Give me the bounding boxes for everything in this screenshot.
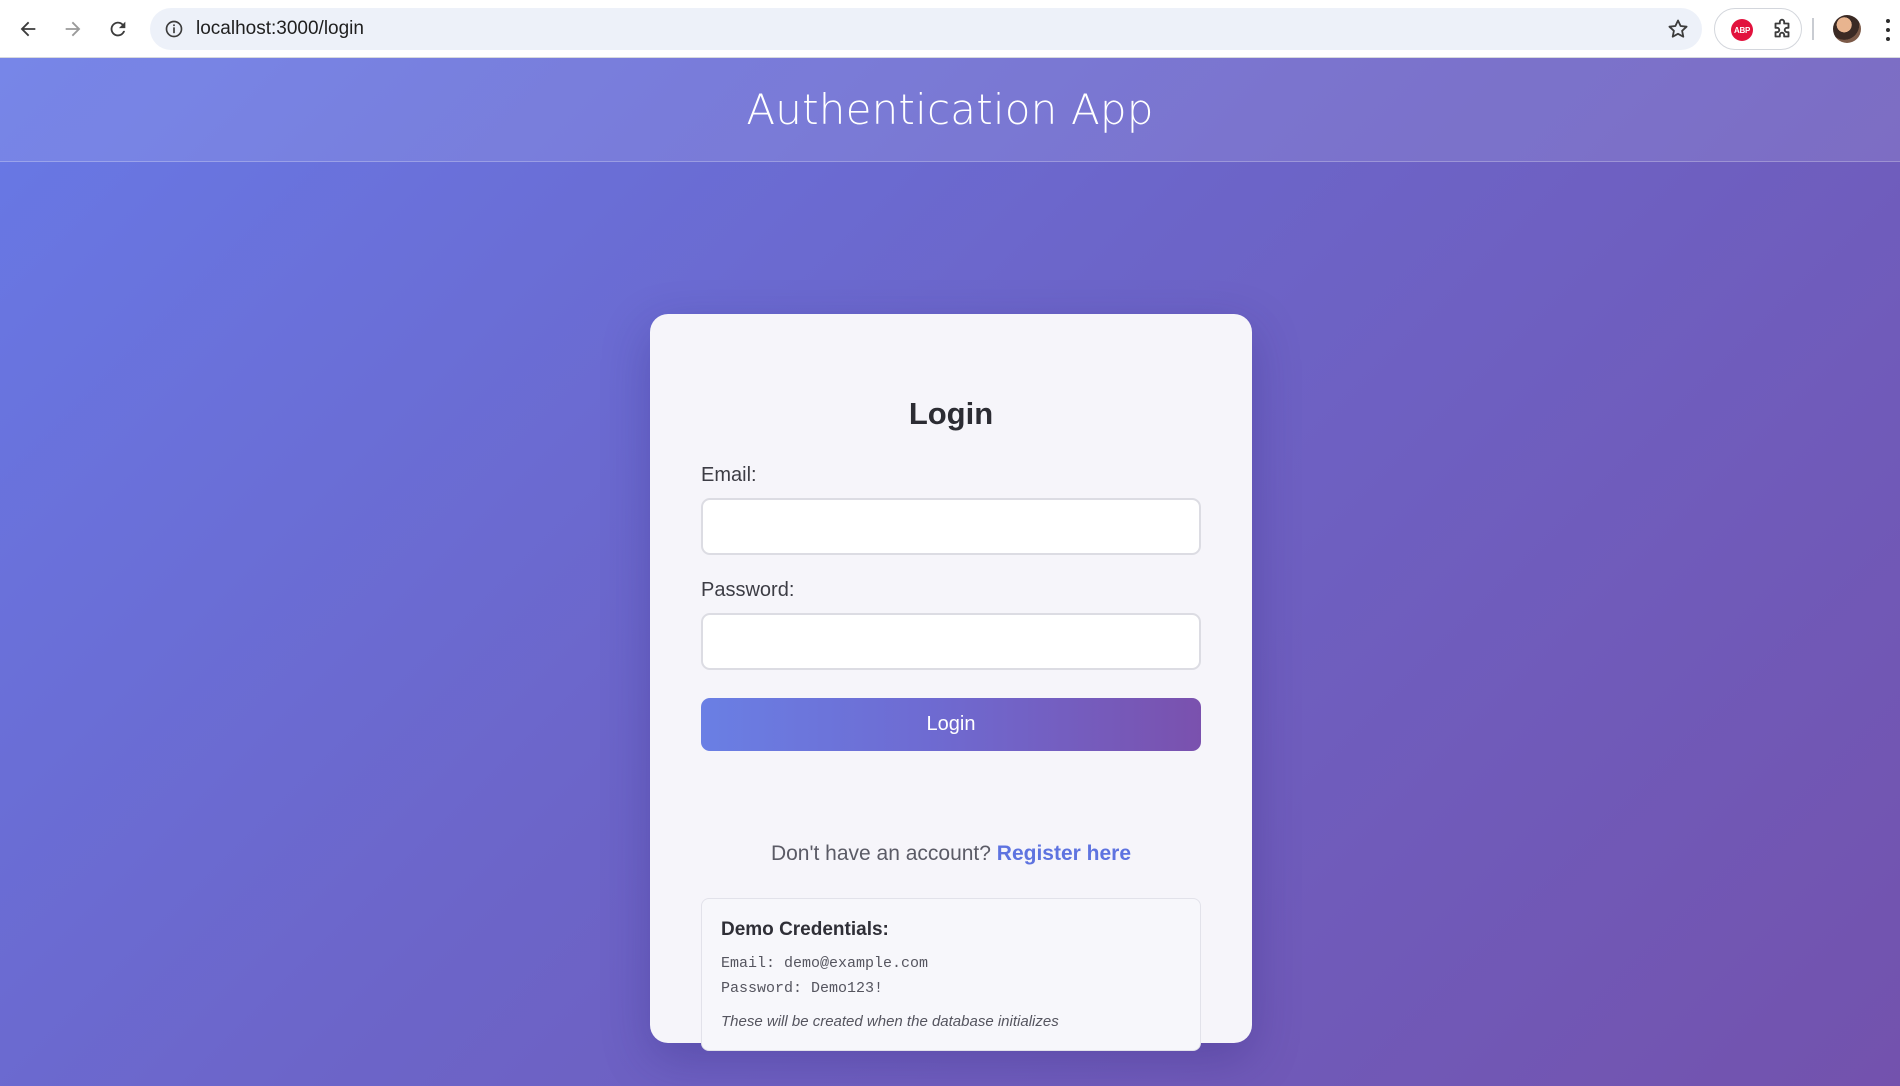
arrow-right-icon (65, 21, 81, 37)
profile-avatar[interactable] (1833, 15, 1861, 43)
email-field[interactable] (701, 498, 1201, 555)
adblock-extension-icon[interactable]: ABP (1731, 19, 1753, 41)
address-bar[interactable]: localhost:3000/login (150, 8, 1702, 50)
password-field[interactable] (701, 613, 1201, 670)
email-label: Email: (701, 464, 757, 486)
extensions-puzzle-icon[interactable] (1769, 17, 1795, 43)
browser-toolbar: localhost:3000/login ABP (0, 0, 1900, 58)
register-prompt: Don't have an account? (770, 842, 991, 865)
back-button[interactable] (10, 11, 46, 47)
forward-button[interactable] (55, 11, 91, 47)
site-info-icon[interactable] (160, 15, 188, 43)
login-button[interactable]: Login (701, 698, 1201, 751)
extensions-area: ABP (1714, 8, 1802, 50)
demo-password: Password: Demo123! (721, 980, 884, 997)
register-link[interactable]: Register here (997, 842, 1131, 865)
toolbar-divider (1812, 18, 1814, 40)
login-card: Login Email: Password: Login Don't have … (650, 314, 1252, 1051)
reload-icon (110, 21, 126, 37)
password-label: Password: (701, 579, 795, 601)
app-header: Authentication App (0, 58, 1900, 162)
arrow-left-icon (20, 21, 36, 37)
app-title: Authentication App (746, 85, 1154, 134)
reload-button[interactable] (100, 11, 136, 47)
demo-credentials-box: Demo Credentials: Email: demo@example.co… (701, 898, 1201, 1051)
demo-title: Demo Credentials: (721, 919, 889, 940)
login-heading: Login (908, 396, 994, 431)
demo-note: These will be created when the database … (721, 1013, 1059, 1030)
url-text[interactable]: localhost:3000/login (196, 8, 364, 50)
bookmark-star-icon[interactable] (1666, 17, 1690, 41)
browser-menu-icon[interactable] (1884, 17, 1892, 43)
demo-email: Email: demo@example.com (721, 955, 929, 972)
app-viewport: Authentication App Login Email: Password… (0, 58, 1900, 1086)
register-prompt-line: Don't have an account? Register here (650, 842, 1252, 866)
